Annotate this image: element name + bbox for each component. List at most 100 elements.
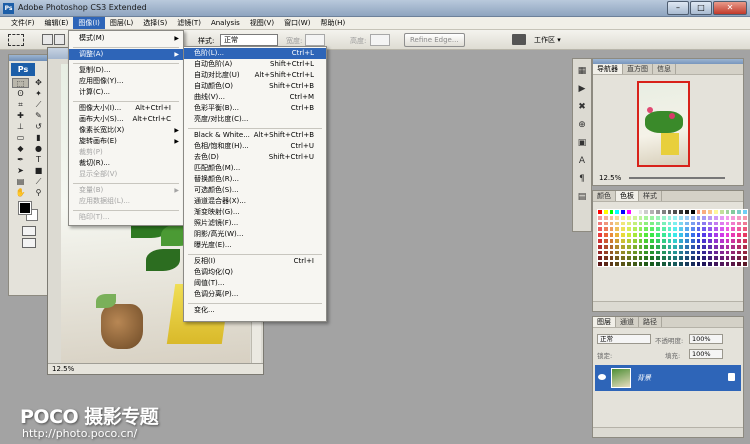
menu-item[interactable]: 文件(F)	[6, 17, 40, 29]
layer-comps-icon[interactable]: ▤	[575, 191, 589, 203]
marquee-tool-preset-icon[interactable]	[8, 34, 24, 46]
type-tool-icon[interactable]: T	[30, 155, 47, 165]
workspace-button[interactable]: 工作区 ▾	[534, 35, 561, 45]
actions-panel-icon[interactable]: ▶	[575, 83, 589, 95]
menu-option[interactable]: 阴影/高光(W)...	[184, 229, 326, 240]
shape-tool-icon[interactable]: ■	[30, 166, 47, 176]
hand-tool-icon[interactable]: ✋	[12, 188, 29, 198]
menu-option[interactable]: 亮度/对比度(C)...	[184, 114, 326, 125]
menu-option[interactable]: 像素长宽比(X) ▶	[69, 125, 183, 136]
clone-stamp-tool-icon[interactable]: ⊥	[12, 122, 29, 132]
menu-item[interactable]: 窗口(W)	[279, 17, 315, 29]
tool-presets-icon[interactable]: ✖	[575, 101, 589, 113]
menu-option[interactable]: 应用图像(Y)...	[69, 76, 183, 87]
navigator-zoom-slider[interactable]	[629, 177, 725, 179]
file-browser-icon[interactable]	[512, 34, 526, 45]
pen-tool-icon[interactable]: ✒	[12, 155, 29, 165]
menu-option[interactable]: 色阶(L)... Ctrl+L	[184, 48, 326, 59]
path-selection-tool-icon[interactable]: ➤	[12, 166, 29, 176]
panel-tab[interactable]: 通道	[616, 317, 639, 327]
fill-input[interactable]: 100%	[689, 349, 723, 359]
panel-tab[interactable]: 颜色	[593, 191, 616, 201]
menu-option[interactable]: 复制(D)...	[69, 65, 183, 76]
close-button[interactable]: ✕	[713, 1, 747, 15]
panel-tab[interactable]: 色板	[616, 191, 639, 201]
menu-option[interactable]: 照片滤镜(F)...	[184, 218, 326, 229]
style-select[interactable]: 正常	[220, 34, 278, 46]
menu-option[interactable]: 反相(I) Ctrl+I	[184, 256, 326, 267]
menu-option[interactable]: 图像大小(I)... Alt+Ctrl+I	[69, 103, 183, 114]
lasso-tool-icon[interactable]: ʘ	[12, 89, 29, 99]
menu-option[interactable]: 可选颜色(S)...	[184, 185, 326, 196]
panel-tab[interactable]: 导航器	[593, 64, 623, 74]
menu-option[interactable]: 模式(M) ▶	[69, 33, 183, 44]
move-tool-icon[interactable]: ✥	[30, 78, 47, 88]
menu-option[interactable]: 去色(D) Shift+Ctrl+U	[184, 152, 326, 163]
menu-option[interactable]: 旋转画布(E) ▶	[69, 136, 183, 147]
menu-option[interactable]: 色相/饱和度(H)... Ctrl+U	[184, 141, 326, 152]
brushes-panel-icon[interactable]: ▣	[575, 137, 589, 149]
magic-wand-tool-icon[interactable]: ✦	[30, 89, 47, 99]
foreground-color-swatch[interactable]	[18, 201, 32, 215]
width-input[interactable]	[305, 34, 325, 46]
layer-row-background[interactable]: 背景	[595, 365, 741, 391]
marquee-tool-icon[interactable]: ⬚	[12, 78, 29, 88]
layer-name[interactable]: 背景	[637, 373, 651, 383]
menu-item[interactable]: 视图(V)	[245, 17, 279, 29]
quick-mask-icon[interactable]	[22, 226, 36, 236]
menu-item[interactable]: 图像(I)	[73, 17, 105, 29]
healing-brush-tool-icon[interactable]: ✚	[12, 111, 29, 121]
panel-tab[interactable]: 直方图	[623, 64, 653, 74]
panel-tab[interactable]: 路径	[639, 317, 662, 327]
opacity-input[interactable]: 100%	[689, 334, 723, 344]
menu-option[interactable]: 通道混合器(X)...	[184, 196, 326, 207]
gradient-tool-icon[interactable]: ▮	[30, 133, 47, 143]
document-zoom-level[interactable]: 12.5%	[52, 365, 74, 373]
minimize-button[interactable]: –	[667, 1, 689, 15]
blur-tool-icon[interactable]: ◆	[12, 144, 29, 154]
menu-option[interactable]: 裁切(R)...	[69, 158, 183, 169]
menu-option[interactable]: 自动颜色(O) Shift+Ctrl+B	[184, 81, 326, 92]
menu-option[interactable]: 色调分离(P)...	[184, 289, 326, 300]
navigator-zoom-value[interactable]: 12.5%	[599, 174, 621, 182]
menu-option[interactable]: 匹配颜色(M)...	[184, 163, 326, 174]
height-input[interactable]	[370, 34, 390, 46]
menu-option[interactable]: 计算(C)...	[69, 87, 183, 98]
screen-mode-icon[interactable]	[22, 238, 36, 248]
navigator-thumbnail[interactable]	[637, 81, 690, 167]
panel-tab[interactable]: 图层	[593, 317, 616, 327]
menu-item[interactable]: 滤镜(T)	[172, 17, 206, 29]
menu-option[interactable]: 变化...	[184, 305, 326, 316]
menu-item[interactable]: 选择(S)	[138, 17, 172, 29]
new-selection-icon[interactable]	[42, 34, 53, 45]
slice-tool-icon[interactable]: ⟋	[30, 100, 47, 110]
history-panel-icon[interactable]: ▦	[575, 65, 589, 77]
menu-option[interactable]: 替换颜色(R)...	[184, 174, 326, 185]
menu-option[interactable]: 曝光度(E)...	[184, 240, 326, 251]
menu-option[interactable]: 色彩平衡(B)... Ctrl+B	[184, 103, 326, 114]
menu-option[interactable]: 曲线(V)... Ctrl+M	[184, 92, 326, 103]
eyedropper-tool-icon[interactable]: ⟋	[30, 177, 47, 187]
menu-option[interactable]: 色调均化(Q)	[184, 267, 326, 278]
dodge-tool-icon[interactable]: ●	[30, 144, 47, 154]
panel-tab[interactable]: 信息	[653, 64, 676, 74]
menu-option[interactable]: Black & White... Alt+Shift+Ctrl+B	[184, 130, 326, 141]
menu-option[interactable]: 阈值(T)...	[184, 278, 326, 289]
menu-item[interactable]: 编辑(E)	[40, 17, 74, 29]
color-swatch[interactable]	[741, 261, 748, 267]
menu-option[interactable]: 调整(A) ▶	[69, 49, 183, 60]
menu-item[interactable]: 帮助(H)	[315, 17, 350, 29]
menu-item[interactable]: Analysis	[206, 17, 245, 29]
panel-tab[interactable]: 样式	[639, 191, 662, 201]
zoom-tool-icon[interactable]: ⚲	[30, 188, 47, 198]
clone-source-icon[interactable]: ⊕	[575, 119, 589, 131]
paragraph-panel-icon[interactable]: ¶	[575, 173, 589, 185]
eraser-tool-icon[interactable]: ▭	[12, 133, 29, 143]
menu-option[interactable]: 画布大小(S)... Alt+Ctrl+C	[69, 114, 183, 125]
maximize-button[interactable]: □	[690, 1, 712, 15]
refine-edge-button[interactable]: Refine Edge...	[404, 33, 465, 47]
eye-icon[interactable]	[598, 374, 606, 380]
menu-item[interactable]: 图层(L)	[105, 17, 138, 29]
brush-tool-icon[interactable]: ✎	[30, 111, 47, 121]
character-panel-icon[interactable]: A	[575, 155, 589, 167]
